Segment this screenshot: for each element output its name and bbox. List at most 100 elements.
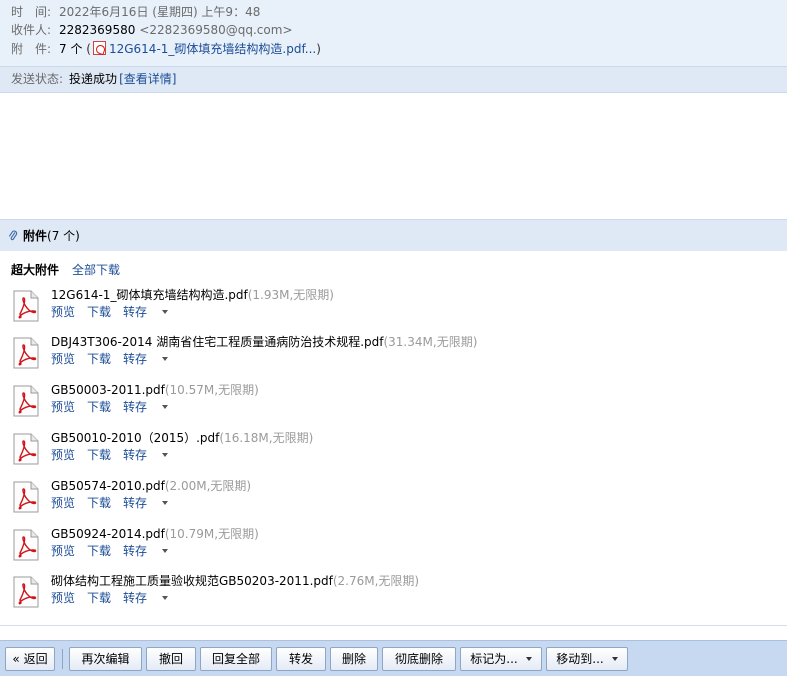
preview-link[interactable]: 预览 [51, 352, 75, 366]
attachment-filename[interactable]: GB50574-2010.pdf [51, 479, 165, 493]
download-link[interactable]: 下载 [87, 352, 111, 366]
attachment-actions: 预览 下载 转存 [51, 495, 180, 511]
attachment-item: GB50003-2011.pdf(10.57M,无限期) 预览 下载 转存 [11, 382, 711, 422]
reply-all-button[interactable]: 回复全部 [200, 647, 272, 671]
divider [0, 625, 787, 626]
attachment-count: 7 个 [59, 42, 83, 56]
attachment-size-info: (16.18M,无限期) [219, 431, 314, 445]
attachment-name[interactable]: GB50924-2014.pdf(10.79M,无限期) [51, 526, 259, 542]
attachment-name[interactable]: 砌体结构工程施工质量验收规范GB50203-2011.pdf(2.76M,无限期… [51, 573, 419, 589]
save-to-dropdown[interactable]: 转存 [123, 448, 180, 462]
pdf-file-icon[interactable] [11, 290, 41, 322]
mark-as-label: 标记为... [470, 652, 518, 666]
pdf-file-icon[interactable] [11, 529, 41, 561]
time-label: 时 间: [11, 5, 52, 19]
save-to-label: 转存 [123, 591, 148, 605]
save-to-dropdown[interactable]: 转存 [123, 544, 180, 558]
pdf-file-icon[interactable] [11, 433, 41, 465]
large-attachments-label: 超大附件 [11, 263, 60, 277]
attachment-name[interactable]: 12G614-1_砌体填充墙结构构造.pdf(1.93M,无限期) [51, 287, 334, 303]
chevron-down-icon [162, 453, 169, 457]
download-link[interactable]: 下载 [87, 544, 111, 558]
recipient-address: <2282369580@qq.com> [139, 23, 293, 37]
download-all-link[interactable]: 全部下载 [72, 262, 120, 278]
time-value: 2022年6月16日 (星期四) 上午9：48 [59, 5, 261, 19]
edit-again-button[interactable]: 再次编辑 [69, 647, 142, 671]
delete-button[interactable]: 删除 [330, 647, 378, 671]
chevron-down-icon [162, 405, 169, 409]
download-link[interactable]: 下载 [87, 400, 111, 414]
delete-forever-button[interactable]: 彻底删除 [382, 647, 456, 671]
first-attachment-link[interactable]: 12G614-1_砌体填充墙结构构造.pdf... [109, 42, 316, 56]
attachment-actions: 预览 下载 转存 [51, 399, 180, 415]
save-to-label: 转存 [123, 305, 148, 319]
attachment-filename[interactable]: GB50010-2010（2015）.pdf [51, 431, 219, 445]
back-button[interactable]: « 返回 [5, 647, 55, 671]
download-link[interactable]: 下载 [87, 448, 111, 462]
save-to-label: 转存 [123, 400, 148, 414]
pdf-icon [92, 41, 106, 55]
download-link[interactable]: 下载 [87, 591, 111, 605]
chevron-down-icon [162, 357, 169, 361]
pdf-file-icon[interactable] [11, 576, 41, 608]
attachment-item: GB50924-2014.pdf(10.79M,无限期) 预览 下载 转存 [11, 526, 711, 566]
status-label: 发送状态: [11, 72, 64, 86]
preview-link[interactable]: 预览 [51, 496, 75, 510]
move-to-dropdown[interactable]: 移动到... [546, 647, 628, 671]
attachment-actions: 预览 下载 转存 [51, 304, 180, 320]
action-toolbar: « 返回 再次编辑 撤回 回复全部 转发 删除 彻底删除 标记为... 移动到.… [0, 640, 787, 676]
save-to-dropdown[interactable]: 转存 [123, 305, 180, 319]
attachment-filename[interactable]: GB50924-2014.pdf [51, 527, 165, 541]
save-to-label: 转存 [123, 544, 148, 558]
preview-link[interactable]: 预览 [51, 448, 75, 462]
attachment-name[interactable]: GB50574-2010.pdf(2.00M,无限期) [51, 478, 251, 494]
status-value: 投递成功 [69, 72, 118, 86]
mark-as-dropdown[interactable]: 标记为... [460, 647, 542, 671]
paren-open: ( [86, 42, 91, 56]
preview-link[interactable]: 预览 [51, 591, 75, 605]
chevron-down-icon [162, 596, 169, 600]
save-to-dropdown[interactable]: 转存 [123, 400, 180, 414]
attachment-item: GB50574-2010.pdf(2.00M,无限期) 预览 下载 转存 [11, 478, 711, 518]
preview-link[interactable]: 预览 [51, 544, 75, 558]
save-to-label: 转存 [123, 496, 148, 510]
preview-link[interactable]: 预览 [51, 400, 75, 414]
attachment-filename[interactable]: DBJ43T306-2014 湖南省住宅工程质量通病防治技术规程.pdf [51, 335, 383, 349]
attachment-size-info: (31.34M,无限期) [383, 335, 478, 349]
attachment-item: GB50010-2010（2015）.pdf(16.18M,无限期) 预览 下载 转存 [11, 430, 711, 470]
attachments-count: (7 个) [47, 229, 80, 243]
preview-link[interactable]: 预览 [51, 305, 75, 319]
recipient-row: 收件人: 2282369580 <2282369580@qq.com> [11, 21, 293, 39]
download-link[interactable]: 下载 [87, 305, 111, 319]
chevron-down-icon [611, 657, 618, 661]
recall-button[interactable]: 撤回 [146, 647, 196, 671]
pdf-file-icon[interactable] [11, 481, 41, 513]
save-to-dropdown[interactable]: 转存 [123, 496, 180, 510]
attachment-filename[interactable]: 12G614-1_砌体填充墙结构构造.pdf [51, 288, 248, 302]
save-to-label: 转存 [123, 352, 148, 366]
move-to-label: 移动到... [556, 652, 604, 666]
status-detail-link[interactable]: [查看详情] [119, 72, 176, 86]
pdf-file-icon[interactable] [11, 385, 41, 417]
attachment-name[interactable]: DBJ43T306-2014 湖南省住宅工程质量通病防治技术规程.pdf(31.… [51, 334, 477, 350]
download-link[interactable]: 下载 [87, 496, 111, 510]
save-to-dropdown[interactable]: 转存 [123, 591, 180, 605]
save-to-dropdown[interactable]: 转存 [123, 352, 180, 366]
attachment-size-info: (10.79M,无限期) [164, 527, 259, 541]
time-row: 时 间: 2022年6月16日 (星期四) 上午9：48 [11, 3, 260, 21]
attachment-name[interactable]: GB50003-2011.pdf(10.57M,无限期) [51, 382, 259, 398]
attachment-filename[interactable]: GB50003-2011.pdf [51, 383, 165, 397]
forward-button[interactable]: 转发 [276, 647, 326, 671]
chevron-down-icon [162, 549, 169, 553]
attachment-item: 12G614-1_砌体填充墙结构构造.pdf(1.93M,无限期) 预览 下载 转存 [11, 287, 711, 327]
attachment-actions: 预览 下载 转存 [51, 590, 180, 606]
toolbar-separator [62, 649, 63, 669]
mail-view: 时 间: 2022年6月16日 (星期四) 上午9：48 收件人: 22823695… [0, 0, 787, 695]
chevron-down-icon [162, 310, 169, 314]
attachment-size-info: (2.76M,无限期) [332, 574, 420, 588]
attachment-size-info: (2.00M,无限期) [164, 479, 252, 493]
attachment-filename[interactable]: 砌体结构工程施工质量验收规范GB50203-2011.pdf [51, 574, 333, 588]
pdf-file-icon[interactable] [11, 337, 41, 369]
attachment-name[interactable]: GB50010-2010（2015）.pdf(16.18M,无限期) [51, 430, 313, 446]
recipient-name[interactable]: 2282369580 [59, 23, 135, 37]
